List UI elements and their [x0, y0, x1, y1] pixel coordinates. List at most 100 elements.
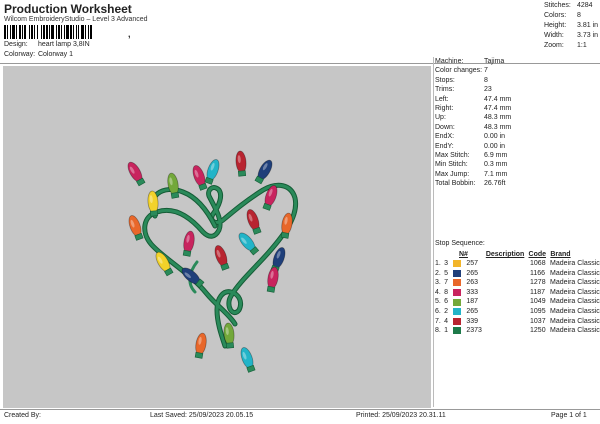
thread-number: 2373 [466, 327, 482, 335]
info-row: EndY: 0.00 in [435, 142, 600, 151]
info-label: Min Stitch: [435, 161, 468, 169]
color-swatch [453, 260, 462, 268]
info-label: Right: [435, 104, 454, 112]
thread-code: 1250 [530, 327, 546, 335]
stop-number: 3 [444, 260, 448, 267]
info-label: Stops: [435, 76, 455, 84]
thread-brand: Madeira Classic 40 [550, 327, 600, 335]
software-subtitle: Wilcom EmbroideryStudio – Level 3 Advanc… [4, 16, 148, 23]
last-saved: Last Saved: 25/09/2023 20.05.15 [150, 412, 254, 419]
thread-brand: Madeira Classic 40 [550, 260, 600, 267]
col-header-code: Code [528, 251, 547, 258]
info-label: Machine: [435, 58, 464, 65]
thread-brand: Madeira Classic 40 [550, 307, 600, 315]
stats-label: Stitches: [544, 2, 571, 9]
info-value: 0.00 in [484, 133, 506, 141]
info-label: EndX: [435, 133, 455, 141]
info-row: EndX: 0.00 in [435, 132, 600, 141]
stop-number: 2 [444, 307, 448, 315]
stats-row: Colors: 8 [544, 11, 598, 21]
bulb-icon [254, 159, 273, 185]
info-row: Right: 47.4 mm [435, 104, 600, 113]
info-value: 8 [484, 76, 488, 84]
barcode-bar [92, 25, 93, 39]
info-label: EndY: [435, 142, 454, 150]
col-header-brand: Brand [550, 251, 571, 258]
info-value: 47.4 mm [484, 104, 512, 112]
thread-code: 1037 [530, 317, 546, 325]
bulb-icon [214, 245, 230, 271]
stop-index: 8. [435, 327, 441, 335]
stats-row: Stitches: 4284 [544, 1, 598, 11]
info-value: 0.00 in [484, 142, 506, 150]
stats-row: Height: 3.81 in [544, 21, 598, 31]
stop-index: 1. [435, 260, 441, 267]
stop-row: 3.7 263 1278 Madeira Classic 40 [435, 278, 600, 288]
thread-number: 265 [466, 307, 479, 315]
thread-number: 339 [466, 317, 479, 325]
info-value: 48.3 mm [484, 123, 512, 131]
info-row: Down: 48.3 mm [435, 123, 600, 132]
info-value: 48.3 mm [484, 114, 512, 122]
stats-panel: Stitches: 4284 Colors: 8 Height: 3.81 in Wi… [544, 1, 598, 51]
thread-code: 1278 [530, 279, 546, 287]
page-number: Page 1 of 1 [551, 412, 587, 419]
page-title: Production Worksheet [4, 2, 132, 16]
barcode [4, 25, 128, 39]
colorway-row: Colorway: Colorway 1 [4, 51, 73, 58]
thread-brand: Madeira Classic 40 [550, 279, 600, 287]
stop-index: 5. [435, 298, 441, 306]
stop-row: 5.6 187 1049 Madeira Classic 40 [435, 297, 600, 307]
info-label: Up: [435, 114, 446, 122]
stop-index: 6. [435, 307, 441, 315]
stop-index: 2. [435, 269, 441, 277]
thread-number: 257 [466, 260, 479, 267]
stop-index: 3. [435, 279, 441, 287]
bulb-icon [266, 266, 279, 293]
printed-date: Printed: 25/09/2023 20.31.11 [356, 412, 446, 419]
info-label: Max Jump: [435, 170, 470, 178]
info-value: Tajima [484, 58, 505, 65]
stop-sequence-title: Stop Sequence: [435, 240, 485, 247]
light-bulbs [127, 150, 293, 373]
col-header-n: N# [459, 251, 468, 258]
thread-number: 333 [466, 288, 479, 296]
thread-code: 1166 [530, 269, 546, 277]
info-row: Trims: 23 [435, 85, 600, 94]
info-value: 23 [484, 86, 492, 94]
footer-divider [0, 409, 600, 410]
info-value: 47.4 mm [484, 95, 512, 103]
stats-value: 1:1 [577, 42, 587, 49]
bulb-icon [280, 212, 293, 239]
stats-value: 3.73 in [577, 32, 599, 39]
stop-row: 7.4 339 1037 Madeira Classic 40 [435, 317, 600, 327]
stop-index: 4. [435, 288, 441, 296]
thread-brand: Madeira Classic 40 [550, 317, 600, 325]
color-swatch [453, 298, 462, 306]
created-by: Created By: [4, 412, 41, 419]
colorway-value: Colorway 1 [37, 51, 73, 58]
color-swatch [453, 308, 462, 316]
info-row: Machine: Tajima [435, 57, 600, 66]
stats-row: Width: 3.73 in [544, 31, 598, 41]
machine-info-panel: Machine: Tajima Color changes: 7 Stops: 8 Trim… [435, 57, 600, 188]
thread-code: 1049 [530, 298, 546, 306]
thread-brand: Madeira Classic 40 [550, 298, 600, 306]
stats-label: Colors: [544, 12, 567, 19]
info-row: Left: 47.4 mm [435, 95, 600, 104]
stop-number: 6 [444, 298, 448, 306]
info-label: Trims: [435, 86, 455, 94]
stop-number: 1 [444, 327, 448, 335]
thread-code: 1187 [530, 288, 546, 296]
color-swatch [453, 269, 462, 277]
col-header-description: Description [485, 251, 525, 258]
info-label: Color changes: [435, 67, 483, 75]
info-value: 7.1 mm [484, 170, 508, 178]
stats-row: Zoom: 1:1 [544, 41, 598, 51]
info-row: Total Bobbin: 26.76ft [435, 179, 600, 188]
stats-label: Width: [544, 32, 564, 39]
bulb-icon [167, 172, 180, 199]
bulb-icon [192, 165, 208, 191]
info-value: 0.3 mm [484, 161, 508, 169]
info-value: 26.76ft [484, 180, 506, 188]
